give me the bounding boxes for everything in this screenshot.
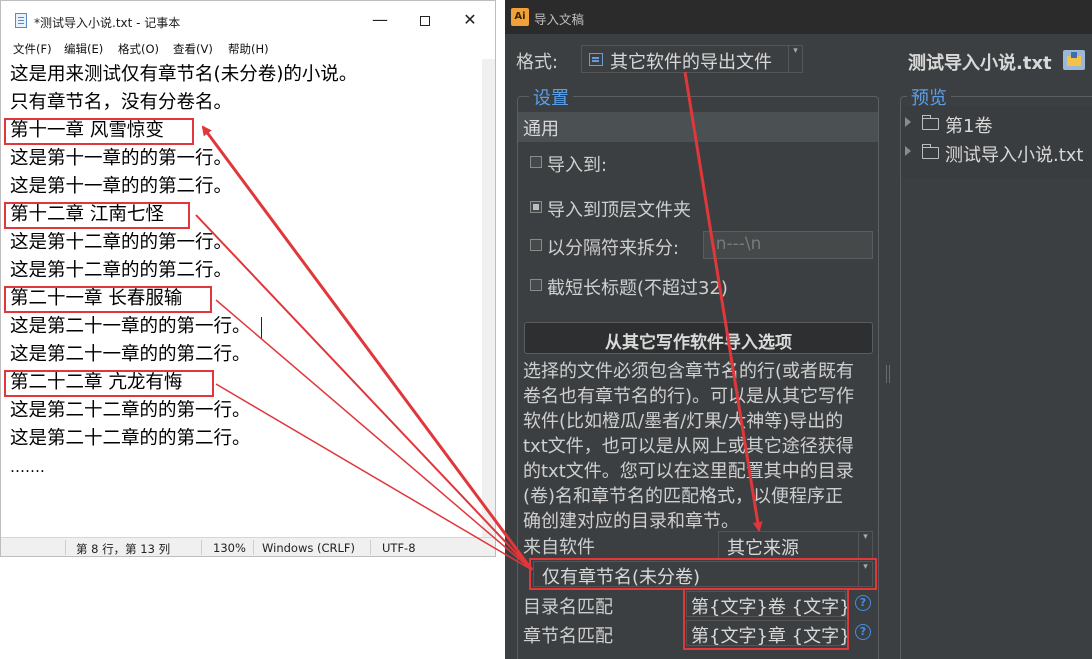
description-line: 选择的文件必须包含章节名的行(或者既有: [523, 361, 855, 382]
description-line: 卷名也有章节名的行)。可以是从其它写作: [523, 386, 855, 407]
maximize-icon[interactable]: [402, 5, 448, 35]
description-line: txt文件，也可以是从网上或其它途径获得: [523, 436, 854, 457]
text-line: 这是第二十一章的的第二行。: [10, 344, 251, 365]
status-separator: [201, 540, 202, 555]
notepad-titlebar: *测试导入小说.txt - 记事本 — ✕: [1, 1, 495, 37]
app-logo-icon: Ai: [511, 8, 529, 26]
truncate-title-checkbox[interactable]: [530, 279, 542, 291]
menu-format[interactable]: 格式(O): [118, 41, 159, 57]
text-line: 只有章节名，没有分卷名。: [10, 92, 233, 113]
document-icon: [589, 53, 603, 66]
help-icon[interactable]: ?: [855, 595, 871, 611]
separator-input[interactable]: \n---\n: [703, 231, 873, 259]
menu-help[interactable]: 帮助(H): [228, 41, 269, 57]
status-zoom: 130%: [213, 541, 246, 555]
text-line: 这是用来测试仅有章节名(未分卷)的小说。: [10, 64, 358, 85]
chapter-highlight-box: [4, 118, 194, 145]
text-line: 这是第十二章的的第二行。: [10, 260, 233, 281]
notepad-window: *测试导入小说.txt - 记事本 — ✕ 文件(F) 编辑(E) 格式(O) …: [0, 0, 496, 557]
import-top-folder-label: 导入到顶层文件夹: [547, 200, 691, 221]
text-line: 这是第二十二章的的第二行。: [10, 428, 251, 449]
tree-item-label: 测试导入小说.txt: [945, 145, 1084, 166]
import-to-checkbox[interactable]: [530, 156, 542, 168]
text-line: 这是第十二章的的第一行。: [10, 232, 233, 253]
folder-icon: [922, 115, 939, 130]
chapter-highlight-box: [4, 202, 190, 229]
directory-match-label: 目录名匹配: [523, 597, 613, 618]
chevron-right-icon[interactable]: [905, 117, 911, 127]
source-software-value: 其它来源: [727, 538, 799, 559]
format-select[interactable]: 其它软件的导出文件 ▾: [581, 45, 803, 73]
notepad-menubar: 文件(F) 编辑(E) 格式(O) 查看(V) 帮助(H): [1, 38, 495, 58]
minimize-icon[interactable]: —: [357, 5, 403, 35]
menu-view[interactable]: 查看(V): [173, 41, 213, 57]
truncate-title-label: 截短长标题(不超过32): [547, 278, 728, 299]
import-to-label: 导入到:: [547, 155, 608, 176]
notepad-text-area[interactable]: 这是用来测试仅有章节名(未分卷)的小说。 只有章节名，没有分卷名。 第十一章 风…: [1, 59, 481, 537]
tab-general[interactable]: 通用: [518, 112, 878, 142]
dialog-titlebar: Ai 导入文稿: [505, 0, 1092, 34]
description-line: 确创建对应的目录和章节。: [523, 511, 739, 532]
split-by-separator-checkbox[interactable]: [530, 239, 542, 251]
text-line: 这是第二十一章的的第一行。: [10, 316, 251, 337]
chevron-down-icon[interactable]: ▾: [858, 532, 872, 558]
split-by-separator-label: 以分隔符来拆分:: [547, 238, 680, 259]
description-line: (卷)名和章节名的匹配格式，以便程序正: [523, 486, 844, 507]
source-software-label: 来自软件: [523, 537, 595, 558]
help-icon[interactable]: ?: [855, 624, 871, 640]
close-icon[interactable]: ✕: [447, 5, 493, 35]
notepad-title: *测试导入小说.txt - 记事本: [34, 16, 181, 30]
description-line: 的txt文件。您可以在这里配置其中的目录: [523, 461, 854, 482]
file-name-title: 测试导入小说.txt: [908, 53, 1052, 74]
chapter-highlight-box: [4, 370, 214, 397]
status-separator: [253, 540, 254, 555]
status-separator: [65, 540, 66, 555]
text-caret: [261, 317, 262, 339]
notepad-scrollbar[interactable]: [482, 59, 495, 537]
import-dialog: Ai 导入文稿 格式: 其它软件的导出文件 ▾ 设置 通用 导入到: 导入到顶层…: [505, 0, 1092, 659]
status-position: 第 8 行，第 13 列: [76, 542, 171, 556]
chevron-right-icon[interactable]: [905, 146, 911, 156]
tree-item-label: 第1卷: [945, 116, 993, 137]
description-line: 软件(比如橙瓜/墨者/灯果/大神等)导出的: [523, 411, 844, 432]
structure-highlight-box: [529, 558, 877, 590]
panel-splitter-handle[interactable]: [886, 365, 890, 383]
tab-general-label: 通用: [523, 119, 559, 140]
ellipsis-line: …….: [10, 458, 45, 476]
other-software-options-label: 从其它写作软件导入选项: [605, 333, 792, 353]
status-separator: [370, 540, 371, 555]
import-top-folder-checkbox[interactable]: [530, 201, 542, 213]
notepad-icon: [15, 13, 27, 28]
source-software-select[interactable]: 其它来源 ▾: [718, 531, 873, 559]
settings-legend: 设置: [529, 84, 573, 110]
notepad-statusbar: 第 8 行，第 13 列 130% Windows (CRLF) UTF-8: [1, 537, 495, 556]
separator-placeholder: \n---\n: [710, 234, 762, 254]
chevron-down-icon[interactable]: ▾: [788, 46, 802, 72]
text-line: 这是第十一章的的第一行。: [10, 148, 233, 169]
dialog-title: 导入文稿: [534, 12, 585, 27]
text-line: 这是第十一章的的第二行。: [10, 176, 233, 197]
menu-file[interactable]: 文件(F): [13, 41, 52, 57]
status-encoding: UTF-8: [382, 541, 416, 555]
chapter-highlight-box: [4, 286, 212, 313]
format-value: 其它软件的导出文件: [610, 52, 772, 73]
text-line: 这是第二十二章的的第一行。: [10, 400, 251, 421]
preview-groupbox: [900, 96, 1092, 659]
pattern-highlight-box: [683, 588, 849, 650]
import-file-icon[interactable]: [1063, 50, 1085, 70]
menu-edit[interactable]: 编辑(E): [64, 41, 103, 57]
chapter-match-label: 章节名匹配: [523, 626, 613, 647]
format-label: 格式:: [516, 52, 559, 73]
status-line-ending: Windows (CRLF): [262, 541, 356, 555]
folder-icon: [922, 144, 939, 159]
other-software-options-button[interactable]: 从其它写作软件导入选项: [524, 322, 873, 354]
